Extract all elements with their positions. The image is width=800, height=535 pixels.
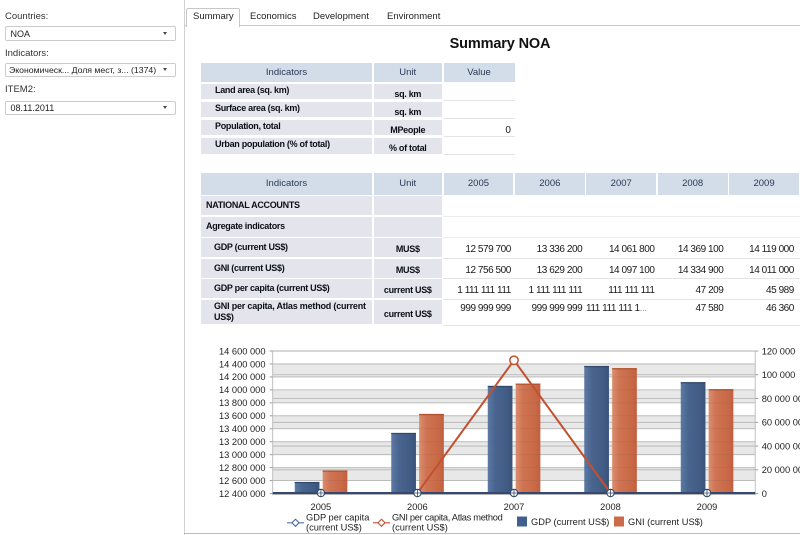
svg-text:14 400 000: 14 400 000: [219, 359, 266, 369]
svg-text:(current US$): (current US$): [392, 523, 448, 533]
svg-text:2008: 2008: [600, 502, 621, 512]
svg-text:(current US$): (current US$): [306, 523, 362, 533]
svg-text:13 600 000: 13 600 000: [219, 411, 266, 421]
svg-text:GDP (current US$): GDP (current US$): [531, 517, 609, 527]
svg-text:60 000 00: 60 000 00: [762, 418, 800, 428]
svg-text:GDP per capita: GDP per capita: [306, 513, 370, 523]
svg-text:2007: 2007: [504, 502, 525, 512]
svg-text:0: 0: [762, 489, 767, 499]
svg-text:14 600 000: 14 600 000: [219, 346, 266, 356]
svg-text:2006: 2006: [407, 502, 428, 512]
svg-text:40 000 00: 40 000 00: [762, 441, 800, 451]
svg-text:GNI per capita, Atlas method: GNI per capita, Atlas method: [392, 513, 503, 523]
svg-text:14 000 000: 14 000 000: [219, 385, 266, 395]
svg-text:120 000: 120 000: [762, 346, 796, 356]
svg-text:12 800 000: 12 800 000: [219, 463, 266, 473]
svg-text:2009: 2009: [697, 502, 718, 512]
svg-text:2005: 2005: [311, 502, 332, 512]
svg-text:12 400 000: 12 400 000: [219, 489, 266, 499]
svg-text:80 000 00: 80 000 00: [762, 394, 800, 404]
svg-text:20 000 00: 20 000 00: [762, 465, 800, 475]
svg-text:13 800 000: 13 800 000: [219, 398, 266, 408]
svg-text:13 200 000: 13 200 000: [219, 437, 266, 447]
svg-text:14 200 000: 14 200 000: [219, 372, 266, 382]
svg-text:GNI (current US$): GNI (current US$): [628, 517, 703, 527]
svg-text:100 000: 100 000: [762, 370, 796, 380]
svg-text:13 400 000: 13 400 000: [219, 424, 266, 434]
svg-text:12 600 000: 12 600 000: [219, 476, 266, 486]
svg-text:13 000 000: 13 000 000: [219, 450, 266, 460]
